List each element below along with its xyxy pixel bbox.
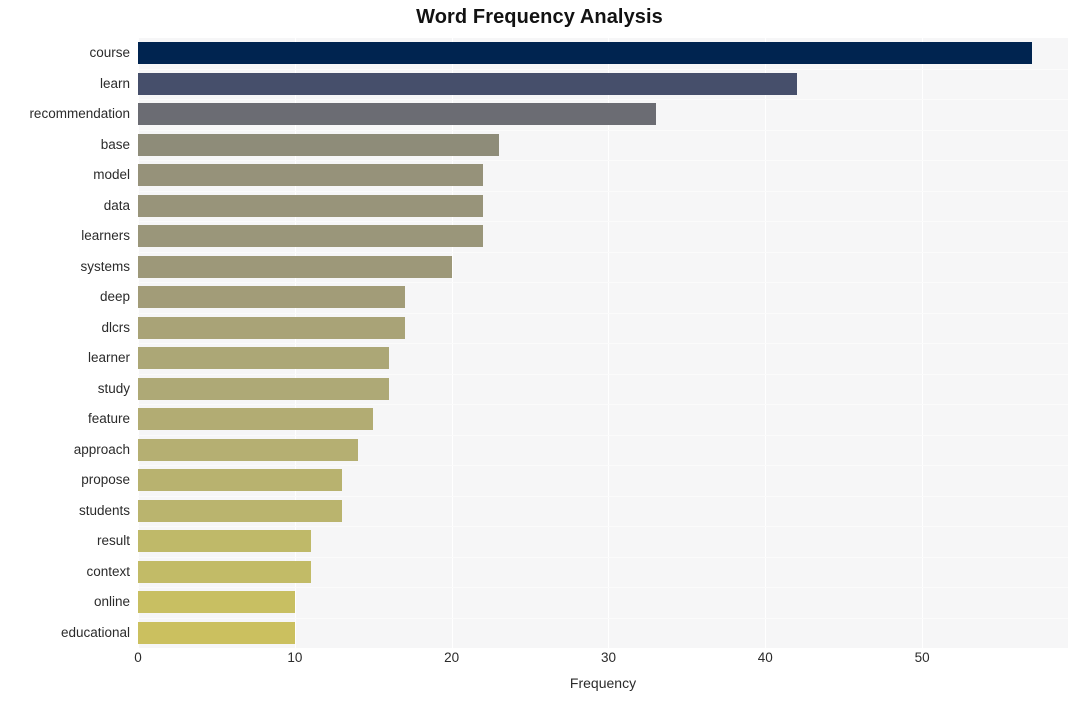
bar-feature[interactable] [138, 408, 374, 431]
y-tick-label-online: online [93, 594, 130, 610]
bar-learner[interactable] [138, 347, 389, 370]
y-tick-label-approach: approach [73, 441, 130, 457]
x-tick-label-20: 20 [444, 650, 460, 665]
bar-learn[interactable] [138, 72, 797, 95]
row-separator [138, 313, 1068, 314]
bar-row [138, 499, 1068, 522]
bar-online[interactable] [138, 591, 295, 614]
bar-row [138, 225, 1068, 248]
row-separator [138, 343, 1068, 344]
row-separator [138, 557, 1068, 558]
y-axis-tick-labels: course learn recommendation base model data le… [0, 38, 130, 648]
bar-row [138, 621, 1068, 644]
y-tick-label-propose: propose [81, 472, 130, 488]
y-tick-label-course: course [89, 45, 130, 61]
y-tick-label-feature: feature [87, 411, 130, 427]
row-separator [138, 99, 1068, 100]
y-tick-label-recommendation: recommendation [29, 106, 130, 122]
bar-model[interactable] [138, 164, 484, 187]
row-separator [138, 160, 1068, 161]
x-tick-label-10: 10 [287, 650, 303, 665]
bar-row [138, 255, 1068, 278]
bar-recommendation[interactable] [138, 103, 656, 126]
bar-row [138, 560, 1068, 583]
y-tick-label-learners: learners [81, 228, 130, 244]
bar-row [138, 377, 1068, 400]
bar-base[interactable] [138, 133, 499, 156]
row-separator [138, 69, 1068, 70]
bar-systems[interactable] [138, 255, 452, 278]
y-tick-label-model: model [93, 167, 130, 183]
chart-title: Word Frequency Analysis [416, 6, 663, 28]
bar-educational[interactable] [138, 621, 295, 644]
y-tick-label-learner: learner [87, 350, 130, 366]
y-tick-label-dlcrs: dlcrs [101, 319, 130, 335]
y-tick-label-deep: deep [99, 289, 130, 305]
x-tick-label-50: 50 [914, 650, 930, 665]
word-frequency-chart-figure: Word Frequency Analysis course learn recom… [0, 0, 1079, 701]
x-axis-tick-labels: 0 10 20 30 40 50 [0, 650, 1079, 674]
row-separator [138, 465, 1068, 466]
bar-learners[interactable] [138, 225, 484, 248]
row-separator [138, 221, 1068, 222]
x-tick-label-40: 40 [757, 650, 773, 665]
plot-area [138, 38, 1068, 648]
row-separator [138, 587, 1068, 588]
bar-approach[interactable] [138, 438, 358, 461]
bar-row [138, 408, 1068, 431]
y-tick-label-students: students [78, 502, 130, 518]
bar-dlcrs[interactable] [138, 316, 405, 339]
row-separator [138, 404, 1068, 405]
bar-data[interactable] [138, 194, 484, 217]
row-separator [138, 252, 1068, 253]
y-tick-label-educational: educational [60, 624, 130, 640]
y-tick-label-base: base [100, 136, 130, 152]
bar-row [138, 347, 1068, 370]
y-tick-label-context: context [86, 563, 130, 579]
row-separator [138, 435, 1068, 436]
bar-row [138, 72, 1068, 95]
bar-context[interactable] [138, 560, 311, 583]
bar-row [138, 103, 1068, 126]
row-separator [138, 130, 1068, 131]
row-separator [138, 282, 1068, 283]
row-separator [138, 526, 1068, 527]
y-tick-label-result: result [96, 533, 130, 549]
bar-course[interactable] [138, 42, 1032, 65]
bar-propose[interactable] [138, 469, 342, 492]
bar-row [138, 316, 1068, 339]
bar-result[interactable] [138, 530, 311, 553]
y-tick-label-study: study [97, 380, 130, 396]
y-tick-label-data: data [103, 197, 130, 213]
bar-row [138, 591, 1068, 614]
bar-row [138, 530, 1068, 553]
y-tick-label-learn: learn [99, 75, 130, 91]
bar-row [138, 133, 1068, 156]
x-tick-label-0: 0 [134, 650, 142, 665]
bar-row [138, 164, 1068, 187]
row-separator [138, 496, 1068, 497]
bar-row [138, 469, 1068, 492]
bar-row [138, 194, 1068, 217]
x-tick-label-30: 30 [600, 650, 616, 665]
row-separator [138, 374, 1068, 375]
bar-row [138, 286, 1068, 309]
bar-students[interactable] [138, 499, 342, 522]
bar-deep[interactable] [138, 286, 405, 309]
y-tick-label-systems: systems [80, 258, 130, 274]
bar-row [138, 438, 1068, 461]
x-axis-title: Frequency [569, 675, 637, 691]
bar-study[interactable] [138, 377, 389, 400]
bar-row [138, 42, 1068, 65]
row-separator [138, 191, 1068, 192]
row-separator [138, 618, 1068, 619]
